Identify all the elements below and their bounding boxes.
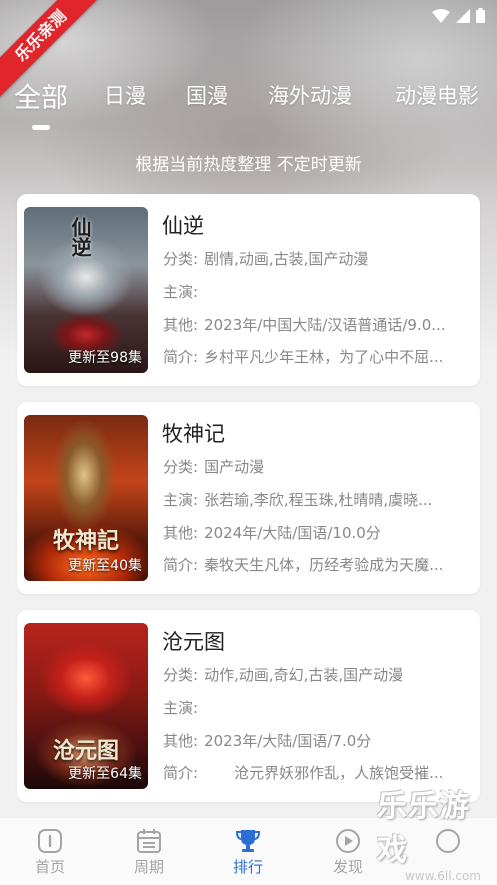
other-value: 2023年/大陆/国语/7.0分 [204, 732, 372, 750]
site-watermark: 乐乐游戏 www.6ll.com [377, 789, 497, 885]
cast-row: 主演: 张若瑜,李欣,程玉珠,杜晴晴,虞晓... [163, 489, 473, 510]
category-key: 分类: [163, 458, 199, 476]
cast-key: 主演: [163, 491, 199, 509]
other-value: 2023年/中国大陆/汉语普通话/9.0... [204, 316, 446, 334]
intro-row: 简介: 乡村平凡少年王林，为了心中不屈... [163, 346, 473, 367]
intro-value: 乡村平凡少年王林，为了心中不屈... [204, 348, 444, 366]
ranking-subtitle: 根据当前热度整理 不定时更新 [135, 155, 362, 175]
watermark-url: www.6ll.com [405, 869, 481, 883]
nav-discover[interactable]: 发现 [318, 828, 378, 877]
cast-row: 主演: [163, 697, 473, 718]
cast-value: 张若瑜,李欣,程玉珠,杜晴晴,虞晓... [204, 491, 433, 509]
tab-chinese-anime[interactable]: 国漫 [186, 80, 228, 110]
anime-title: 仙逆 [162, 214, 204, 238]
bottom-navigation: 首页 周期 排行 发现 乐乐游戏 www.6ll.com [0, 789, 497, 885]
tab-anime-movies[interactable]: 动漫电影 [395, 80, 479, 110]
nav-label: 首页 [34, 858, 65, 876]
intro-key: 简介: [163, 556, 199, 574]
episode-badge: 更新至98集 [68, 350, 142, 366]
other-key: 其他: [163, 524, 199, 542]
other-row: 其他: 2024年/大陆/国语/10.0分 [163, 522, 473, 543]
category-tabs: 全部 日漫 国漫 海外动漫 动漫电影 [0, 80, 497, 136]
nav-label: 发现 [332, 858, 363, 876]
poster-image[interactable]: 牧神記 更新至40集 [24, 415, 148, 581]
intro-key: 简介: [163, 348, 199, 366]
poster-image[interactable]: 仙逆 更新至98集 [24, 207, 148, 373]
cast-key: 主演: [163, 699, 199, 717]
nav-label: 排行 [232, 858, 263, 876]
nav-ranking[interactable]: 排行 [218, 828, 278, 877]
anime-card[interactable]: 仙逆 更新至98集 仙逆 分类: 剧情,动画,古装,国产动漫 主演: 其他: 202… [17, 194, 480, 386]
anime-title: 沧元图 [162, 630, 225, 654]
nav-schedule[interactable]: 周期 [119, 828, 179, 877]
anime-title: 牧神记 [162, 422, 225, 446]
category-row: 分类: 国产动漫 [163, 456, 473, 477]
tab-japanese-anime[interactable]: 日漫 [104, 80, 146, 110]
tab-overseas-anime[interactable]: 海外动漫 [268, 80, 352, 110]
wifi-icon [432, 8, 450, 23]
home-icon [38, 829, 62, 853]
play-circle-icon [336, 829, 360, 853]
battery-icon [476, 8, 485, 23]
poster-title: 仙逆 [68, 217, 92, 257]
other-row: 其他: 2023年/中国大陆/汉语普通话/9.0... [163, 314, 473, 335]
nav-home[interactable]: 首页 [20, 828, 80, 877]
other-value: 2024年/大陆/国语/10.0分 [204, 524, 381, 542]
poster-title: 沧元图 [52, 738, 119, 764]
category-value: 剧情,动画,古装,国产动漫 [204, 250, 369, 268]
category-value: 动作,动画,奇幻,古装,国产动漫 [204, 666, 404, 684]
intro-row: 简介: 秦牧天生凡体，历经考验成为天魔... [163, 554, 473, 575]
episode-badge: 更新至64集 [68, 766, 142, 782]
poster-title: 牧神記 [52, 528, 119, 554]
trophy-icon [235, 830, 261, 852]
nav-label: 周期 [133, 858, 164, 876]
category-key: 分类: [163, 666, 199, 684]
intro-value: 沧元界妖邪作乱，人族饱受摧... [204, 764, 444, 782]
cast-key: 主演: [163, 283, 199, 301]
intro-key: 简介: [163, 764, 199, 782]
intro-value: 秦牧天生凡体，历经考验成为天魔... [204, 556, 444, 574]
intro-row: 简介: 沧元界妖邪作乱，人族饱受摧... [163, 762, 473, 783]
category-key: 分类: [163, 250, 199, 268]
other-key: 其他: [163, 732, 199, 750]
anime-card[interactable]: 沧元图 更新至64集 沧元图 分类: 动作,动画,奇幻,古装,国产动漫 主演: 其… [17, 610, 480, 802]
category-row: 分类: 动作,动画,奇幻,古装,国产动漫 [163, 664, 473, 685]
watermark-text: 乐乐游戏 [377, 789, 470, 868]
other-key: 其他: [163, 316, 199, 334]
episode-badge: 更新至40集 [68, 558, 142, 574]
tab-all[interactable]: 全部 [14, 80, 68, 115]
cast-row: 主演: [163, 281, 473, 302]
category-value: 国产动漫 [204, 458, 265, 476]
anime-card[interactable]: 牧神記 更新至40集 牧神记 分类: 国产动漫 主演: 张若瑜,李欣,程玉珠,杜晴晴… [17, 402, 480, 594]
calendar-icon [137, 829, 161, 853]
category-row: 分类: 剧情,动画,古装,国产动漫 [163, 248, 473, 269]
signal-icon [456, 8, 470, 23]
poster-image[interactable]: 沧元图 更新至64集 [24, 623, 148, 789]
other-row: 其他: 2023年/大陆/国语/7.0分 [163, 730, 473, 751]
active-tab-indicator [32, 125, 50, 130]
